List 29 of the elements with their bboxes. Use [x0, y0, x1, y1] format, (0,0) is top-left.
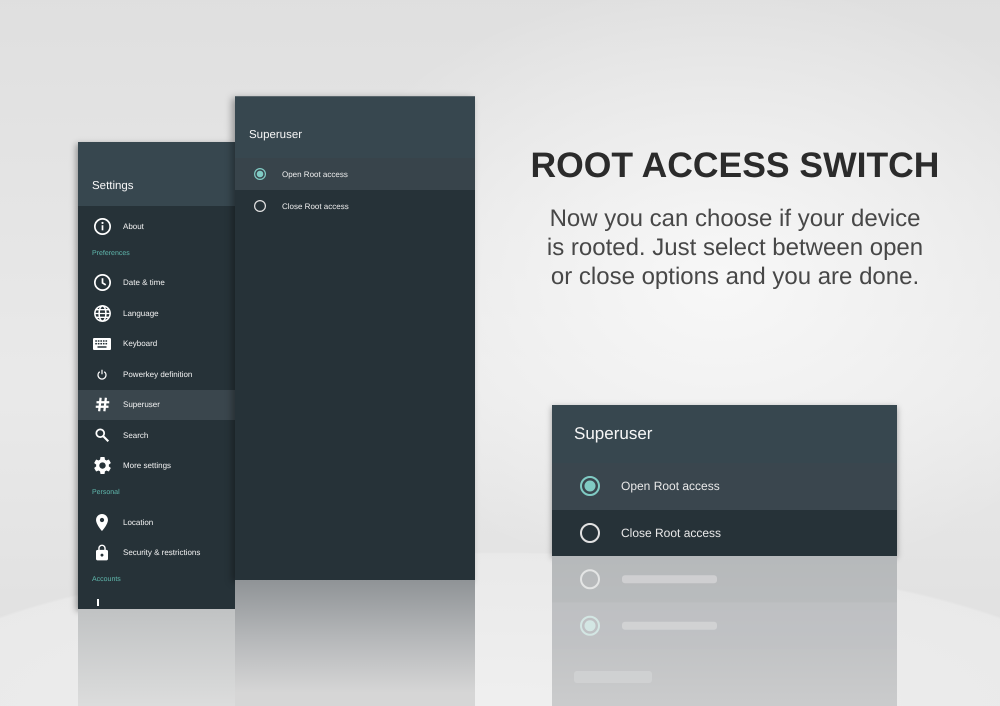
info-icon — [94, 218, 110, 235]
app-bar-title: Superuser — [249, 128, 302, 142]
lock-icon — [96, 544, 108, 562]
settings-menu-item[interactable]: More settings — [78, 450, 235, 481]
settings-menu-item[interactable]: Superuser — [78, 390, 235, 420]
settings-menu-item[interactable]: Security & restrictions — [78, 538, 235, 568]
clock-icon — [94, 274, 110, 292]
settings-menu-item[interactable]: Date & time — [78, 268, 235, 298]
radio-option[interactable]: Close Root access — [235, 190, 475, 222]
app-bar-title: Superuser — [574, 424, 652, 444]
power-icon — [97, 368, 107, 380]
settings-menu-item[interactable]: Location — [78, 507, 235, 538]
settings-menu-item[interactable]: Keyboard — [78, 328, 235, 359]
description: Now you can choose if your device is rooted. Just select between open or close options and you are done. — [546, 204, 924, 291]
hash-icon — [94, 397, 110, 412]
settings-menu-item[interactable]: About — [78, 211, 235, 242]
settings-menu-item[interactable]: Search — [78, 420, 235, 450]
gear-icon — [94, 457, 110, 474]
search-icon — [95, 428, 109, 442]
globe-icon — [94, 304, 110, 322]
location-pin-icon — [96, 514, 108, 531]
headline: ROOT ACCESS SWITCH — [530, 145, 940, 185]
radio-option[interactable]: Open Root access — [552, 463, 897, 510]
settings-menu-item[interactable]: Language — [78, 298, 235, 328]
app-bar-title: Settings — [92, 179, 134, 193]
settings-menu-item[interactable]: Powerkey definition — [78, 359, 235, 390]
radio-option[interactable]: Open Root access — [235, 158, 475, 190]
radio-option[interactable]: Close Root access — [552, 510, 897, 556]
keyboard-icon — [93, 338, 111, 350]
